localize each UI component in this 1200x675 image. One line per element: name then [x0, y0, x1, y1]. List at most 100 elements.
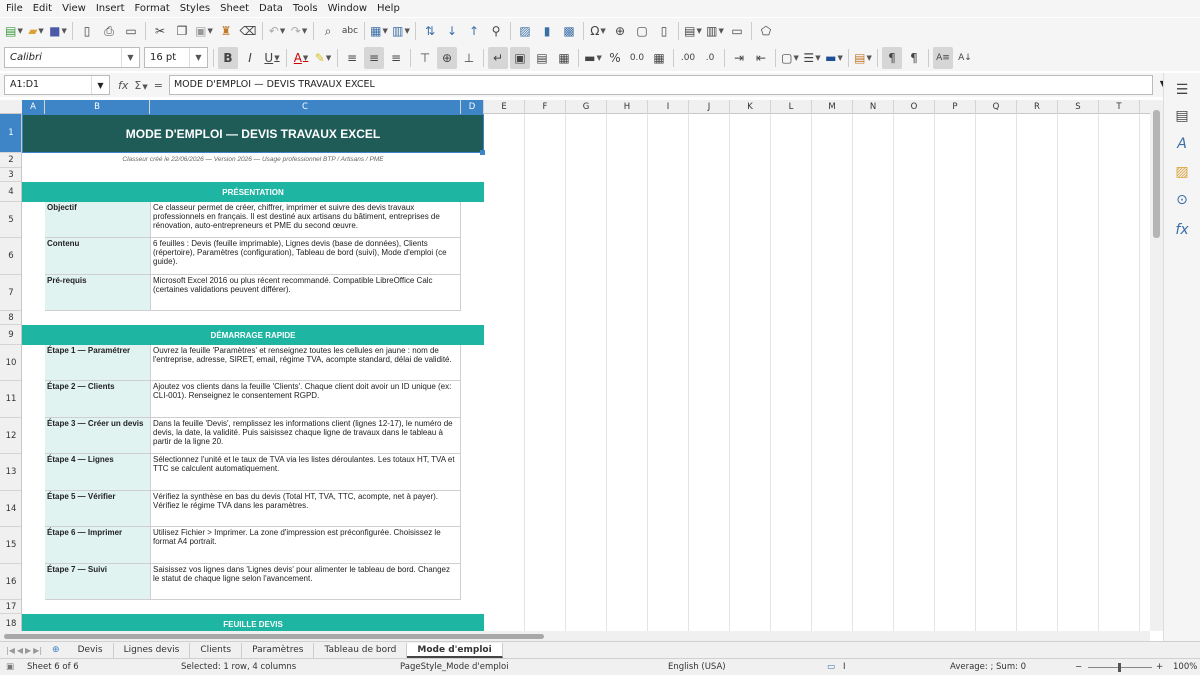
row-header[interactable]: 12 — [0, 418, 21, 454]
sum-status[interactable]: Average: ; Sum: 0 — [950, 662, 1026, 672]
special-character-icon[interactable]: Ω ▼ — [588, 20, 608, 42]
font-color-button[interactable]: A ▼ — [291, 47, 311, 69]
print-icon[interactable]: ⎙ — [99, 20, 119, 42]
menu-edit[interactable]: Edit — [28, 0, 57, 17]
copy-icon[interactable]: ❐ — [172, 20, 192, 42]
chevron-down-icon[interactable]: ▼ — [121, 48, 139, 67]
show-draw-functions-icon[interactable]: ⬠ — [756, 20, 776, 42]
number-format-button[interactable]: 0.0 — [627, 47, 647, 69]
column-header-h[interactable]: H — [607, 100, 648, 114]
undo-icon[interactable]: ↶ ▼ — [267, 20, 287, 42]
horizontal-scrollbar[interactable] — [0, 631, 1150, 641]
row-header[interactable]: 16 — [0, 564, 21, 600]
column-header-s[interactable]: S — [1058, 100, 1099, 114]
first-sheet-icon[interactable]: |◀ — [6, 646, 15, 655]
row-header[interactable]: 2 — [0, 153, 21, 168]
underline-button[interactable]: U ▼ — [262, 47, 282, 69]
selection-mode-icon[interactable]: ▭ — [827, 662, 835, 672]
spreadsheet-grid[interactable]: MODE D'EMPLOI — DEVIS TRAVAUX EXCEL Clas… — [22, 114, 1150, 631]
value-cell-step-7[interactable]: Saisissez vos lignes dans 'Lignes devis'… — [150, 564, 461, 600]
row-header[interactable]: 7 — [0, 275, 21, 311]
add-decimal-icon[interactable]: .00 — [678, 47, 698, 69]
text-direction-rtl-icon[interactable]: ¶ — [904, 47, 924, 69]
border-style-icon[interactable]: ☰ ▼ — [802, 47, 822, 69]
tab-parametres[interactable]: Paramètres — [242, 642, 315, 658]
cut-icon[interactable]: ✂ — [150, 20, 170, 42]
autofilter-icon[interactable]: ⚲ — [486, 20, 506, 42]
row-header[interactable]: 1 — [0, 114, 21, 153]
vertical-scrollbar[interactable] — [1150, 100, 1163, 631]
value-cell-step-3[interactable]: Dans la feuille 'Devis', remplissez les … — [150, 418, 461, 454]
spellcheck-icon[interactable]: abc — [340, 20, 360, 42]
comment-icon[interactable]: ▢ — [632, 20, 652, 42]
name-box[interactable]: A1:D1 ▼ — [4, 75, 110, 95]
bold-button[interactable]: B — [218, 46, 238, 69]
chevron-down-icon[interactable]: ▼ — [91, 76, 109, 94]
key-cell-contenu[interactable]: Contenu — [45, 238, 150, 275]
column-header-f[interactable]: F — [525, 100, 566, 114]
currency-format-icon[interactable]: ▬ ▼ — [583, 47, 603, 69]
value-cell-step-1[interactable]: Ouvrez la feuille 'Paramètres' et rensei… — [150, 345, 461, 381]
merge-cells-icon[interactable]: ▤ — [532, 47, 552, 69]
previous-sheet-icon[interactable]: ◀ — [17, 646, 23, 655]
key-cell-step-3[interactable]: Étape 3 — Créer un devis — [45, 418, 150, 454]
insert-image-icon[interactable]: ▨ — [515, 20, 535, 42]
text-direction-ltr-icon[interactable]: ¶ — [882, 46, 902, 69]
gallery-icon[interactable]: ▨ — [1173, 163, 1191, 181]
paste-icon[interactable]: ▣ ▼ — [194, 20, 214, 42]
key-cell-step-2[interactable]: Étape 2 — Clients — [45, 381, 150, 418]
freeze-rows-columns-icon[interactable]: ▥ ▼ — [705, 20, 725, 42]
row-header[interactable]: 9 — [0, 325, 21, 345]
key-cell-step-1[interactable]: Étape 1 — Paramétrer — [45, 345, 150, 381]
column-header-e[interactable]: E — [484, 100, 525, 114]
menu-data[interactable]: Data — [254, 0, 288, 17]
value-cell-step-2[interactable]: Ajoutez vos clients dans la feuille 'Cli… — [150, 381, 461, 418]
tab-tableau-de-bord[interactable]: Tableau de bord — [314, 642, 408, 658]
navigator-icon[interactable]: ⊙ — [1173, 191, 1191, 209]
column-header-c[interactable]: C — [150, 100, 461, 114]
vertical-scrollbar-thumb[interactable] — [1153, 110, 1160, 238]
section-header-quickstart[interactable]: DÉMARRAGE RAPIDE — [22, 325, 484, 345]
find-replace-icon[interactable]: ⌕ — [318, 20, 338, 42]
insert-mode-icon[interactable]: I — [843, 662, 846, 672]
section-header-feuille-devis[interactable]: FEUILLE DEVIS — [22, 614, 484, 631]
hyperlink-icon[interactable]: ⊕ — [610, 20, 630, 42]
menu-styles[interactable]: Styles — [175, 0, 215, 17]
row-header[interactable]: 11 — [0, 381, 21, 418]
row-icon[interactable]: ▦ ▼ — [369, 20, 389, 42]
key-cell-step-5[interactable]: Étape 5 — Vérifier — [45, 491, 150, 527]
row-header[interactable]: 6 — [0, 238, 21, 275]
menu-window[interactable]: Window — [323, 0, 372, 17]
row-header[interactable]: 15 — [0, 527, 21, 564]
page-style[interactable]: PageStyle_Mode d'emploi — [400, 662, 509, 672]
center-vertically-icon[interactable]: ⊕ — [437, 46, 457, 69]
split-window-icon[interactable]: ▭ — [727, 20, 747, 42]
menu-file[interactable]: File — [0, 0, 28, 17]
function-wizard-icon[interactable]: fx — [118, 79, 128, 92]
column-header-o[interactable]: O — [894, 100, 935, 114]
export-pdf-icon[interactable]: ▯ — [77, 20, 97, 42]
column-header-n[interactable]: N — [853, 100, 894, 114]
column-header-d[interactable]: D — [461, 100, 484, 114]
row-header[interactable]: 8 — [0, 311, 21, 325]
clone-formatting-icon[interactable]: ♜ — [216, 20, 236, 42]
merge-center-icon[interactable]: ▣ — [510, 46, 530, 69]
save-icon[interactable]: ■ ▼ — [48, 20, 68, 42]
column-header-m[interactable]: M — [812, 100, 853, 114]
column-header-r[interactable]: R — [1017, 100, 1058, 114]
column-header-g[interactable]: G — [566, 100, 607, 114]
zoom-level[interactable]: 100% — [1173, 662, 1197, 672]
row-header[interactable]: 18 — [0, 614, 21, 631]
increase-indent-icon[interactable]: ⇥ — [729, 47, 749, 69]
column-header-p[interactable]: P — [935, 100, 976, 114]
column-header-a[interactable]: A — [22, 100, 45, 114]
delete-decimal-icon[interactable]: .0 — [700, 47, 720, 69]
wrap-text-icon[interactable]: ↵ — [488, 46, 508, 69]
column-icon[interactable]: ▥ ▼ — [391, 20, 411, 42]
insert-chart-icon[interactable]: ▮ — [537, 20, 557, 42]
key-cell-step-4[interactable]: Étape 4 — Lignes — [45, 454, 150, 491]
borders-icon[interactable]: ▢ ▼ — [780, 47, 800, 69]
open-folder-icon[interactable]: ▰ ▼ — [26, 20, 46, 42]
sum-icon[interactable]: Σ▼ — [134, 79, 147, 92]
chevron-down-icon[interactable]: ▼ — [189, 48, 207, 67]
